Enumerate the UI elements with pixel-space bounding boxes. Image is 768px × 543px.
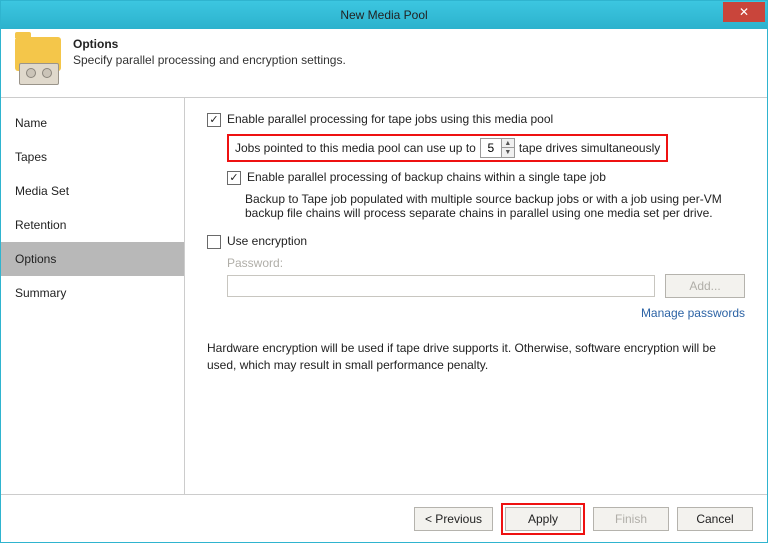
enable-chains-row: ✓ Enable parallel processing of backup c… bbox=[227, 170, 745, 184]
apply-highlight: Apply bbox=[501, 503, 585, 535]
media-pool-icon bbox=[15, 37, 63, 85]
drives-highlight: Jobs pointed to this media pool can use … bbox=[227, 134, 668, 162]
sidebar: Name Tapes Media Set Retention Options S… bbox=[1, 98, 185, 494]
sidebar-item-summary[interactable]: Summary bbox=[1, 276, 184, 310]
enable-parallel-checkbox[interactable]: ✓ bbox=[207, 113, 221, 127]
page-header: Options Specify parallel processing and … bbox=[1, 29, 767, 98]
close-button[interactable]: ✕ bbox=[723, 2, 765, 22]
drives-prefix: Jobs pointed to this media pool can use … bbox=[235, 141, 476, 155]
chains-description: Backup to Tape job populated with multip… bbox=[245, 192, 735, 220]
dialog-body: Name Tapes Media Set Retention Options S… bbox=[1, 98, 767, 494]
password-row: Add... bbox=[227, 274, 745, 298]
sidebar-item-tapes[interactable]: Tapes bbox=[1, 140, 184, 174]
titlebar: New Media Pool ✕ bbox=[1, 1, 767, 29]
enable-parallel-label: Enable parallel processing for tape jobs… bbox=[227, 112, 553, 126]
previous-button[interactable]: < Previous bbox=[414, 507, 493, 531]
manage-passwords-link[interactable]: Manage passwords bbox=[641, 306, 745, 320]
password-input bbox=[227, 275, 655, 297]
sidebar-item-options[interactable]: Options bbox=[1, 242, 184, 276]
encryption-note: Hardware encryption will be used if tape… bbox=[207, 340, 745, 374]
enable-parallel-row: ✓ Enable parallel processing for tape jo… bbox=[207, 112, 745, 126]
sidebar-item-name[interactable]: Name bbox=[1, 106, 184, 140]
drives-suffix: tape drives simultaneously bbox=[519, 141, 660, 155]
enable-chains-checkbox[interactable]: ✓ bbox=[227, 171, 241, 185]
encryption-label: Use encryption bbox=[227, 234, 307, 248]
drives-spinner[interactable]: ▲ ▼ bbox=[480, 138, 515, 158]
sidebar-item-media-set[interactable]: Media Set bbox=[1, 174, 184, 208]
apply-button[interactable]: Apply bbox=[505, 507, 581, 531]
spin-up-icon[interactable]: ▲ bbox=[502, 139, 514, 148]
spinner-buttons: ▲ ▼ bbox=[501, 139, 514, 157]
add-password-button[interactable]: Add... bbox=[665, 274, 745, 298]
encryption-row: Use encryption bbox=[207, 234, 745, 248]
drives-row: Jobs pointed to this media pool can use … bbox=[227, 134, 745, 162]
sidebar-item-retention[interactable]: Retention bbox=[1, 208, 184, 242]
drives-input[interactable] bbox=[481, 139, 501, 157]
enable-chains-label: Enable parallel processing of backup cha… bbox=[247, 170, 606, 184]
spin-down-icon[interactable]: ▼ bbox=[502, 148, 514, 157]
manage-row: Manage passwords bbox=[207, 306, 745, 320]
page-title: Options bbox=[73, 37, 346, 51]
footer: < Previous Apply Finish Cancel bbox=[1, 494, 767, 542]
header-text: Options Specify parallel processing and … bbox=[73, 37, 346, 67]
encryption-checkbox[interactable] bbox=[207, 235, 221, 249]
content-pane: ✓ Enable parallel processing for tape jo… bbox=[185, 98, 767, 494]
window-title: New Media Pool bbox=[340, 8, 427, 22]
password-label: Password: bbox=[227, 256, 745, 270]
cancel-button[interactable]: Cancel bbox=[677, 507, 753, 531]
finish-button: Finish bbox=[593, 507, 669, 531]
dialog-window: New Media Pool ✕ Options Specify paralle… bbox=[0, 0, 768, 543]
page-subtitle: Specify parallel processing and encrypti… bbox=[73, 53, 346, 67]
